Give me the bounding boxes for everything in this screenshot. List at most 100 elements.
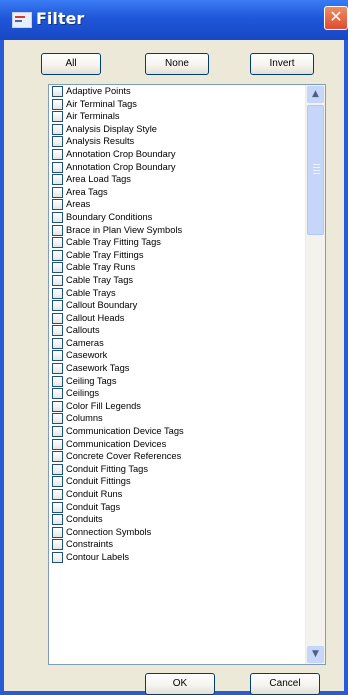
checkbox[interactable]: [52, 287, 63, 299]
checklist-item-label: Communication Devices: [66, 438, 167, 449]
checklist-item[interactable]: Cable Tray Fittings: [49, 249, 305, 262]
checkbox[interactable]: [52, 501, 63, 513]
checklist-item[interactable]: Conduits: [49, 513, 305, 526]
checklist-item[interactable]: Contour Labels: [49, 551, 305, 564]
checkbox[interactable]: [52, 325, 63, 337]
checkbox[interactable]: [52, 274, 63, 286]
checkbox[interactable]: [52, 86, 63, 97]
checklist-item[interactable]: Boundary Conditions: [49, 211, 305, 224]
checkbox[interactable]: [52, 375, 63, 387]
checkbox[interactable]: [52, 237, 63, 249]
category-checklist[interactable]: Adaptive Points Air Terminal Tags Air Term…: [48, 84, 326, 665]
title-bar[interactable]: Filter ✕: [0, 0, 348, 40]
close-icon[interactable]: ✕: [324, 6, 348, 30]
select-all-button[interactable]: All: [41, 53, 101, 75]
checklist-item[interactable]: Area Tags: [49, 186, 305, 199]
checklist-item[interactable]: Concrete Cover References: [49, 450, 305, 463]
checklist-item[interactable]: Annotation Crop Boundary: [49, 161, 305, 174]
checklist-item[interactable]: Conduit Runs: [49, 488, 305, 501]
checklist-item[interactable]: Constraints: [49, 538, 305, 551]
checklist-item[interactable]: Adaptive Points: [49, 85, 305, 98]
checklist-item[interactable]: Ceiling Tags: [49, 375, 305, 388]
checklist-item[interactable]: Brace in Plan View Symbols: [49, 224, 305, 237]
invert-selection-button[interactable]: Invert: [250, 53, 314, 75]
checklist-item-label: Communication Device Tags: [66, 426, 184, 437]
checklist-item-label: Color Fill Legends: [66, 400, 141, 411]
checkbox[interactable]: [52, 413, 63, 425]
checkbox[interactable]: [52, 249, 63, 261]
checklist-item[interactable]: Communication Devices: [49, 438, 305, 451]
checkbox[interactable]: [52, 337, 63, 349]
checkbox[interactable]: [52, 186, 63, 198]
checkbox[interactable]: [52, 438, 63, 450]
checklist-item[interactable]: Conduit Fittings: [49, 475, 305, 488]
checkbox[interactable]: [52, 300, 63, 312]
checkbox[interactable]: [52, 388, 63, 400]
checklist-item[interactable]: Conduit Tags: [49, 501, 305, 514]
checklist-item[interactable]: Annotation Crop Boundary: [49, 148, 305, 161]
checkbox[interactable]: [52, 476, 63, 488]
checkbox[interactable]: [52, 489, 63, 500]
checklist-item[interactable]: Cable Tray Runs: [49, 261, 305, 274]
scroll-thumb[interactable]: [307, 105, 324, 235]
checklist-item[interactable]: Color Fill Legends: [49, 400, 305, 413]
checklist-item-label: Columns: [66, 413, 103, 424]
checklist-item-label: Air Terminals: [66, 111, 120, 122]
checkbox[interactable]: [52, 350, 63, 362]
checklist-item-label: Cable Trays: [66, 287, 116, 298]
checkbox[interactable]: [52, 363, 63, 375]
checklist-item[interactable]: Callout Boundary: [49, 299, 305, 312]
checkbox[interactable]: [52, 98, 63, 110]
checklist-item[interactable]: Columns: [49, 412, 305, 425]
checklist-item[interactable]: Areas: [49, 198, 305, 211]
checkbox[interactable]: [52, 211, 63, 223]
checklist-item[interactable]: Conduit Fitting Tags: [49, 463, 305, 476]
scroll-up-icon[interactable]: ▲: [307, 86, 324, 103]
checklist-item[interactable]: Analysis Display Style: [49, 123, 305, 136]
checklist-item[interactable]: Casework: [49, 349, 305, 362]
checkbox[interactable]: [52, 123, 63, 135]
scroll-down-icon[interactable]: ▼: [307, 646, 324, 663]
checklist-item[interactable]: Analysis Results: [49, 135, 305, 148]
checkbox[interactable]: [52, 312, 63, 324]
checkbox[interactable]: [52, 136, 63, 148]
checkbox[interactable]: [52, 199, 63, 211]
checkbox[interactable]: [52, 111, 63, 123]
checkbox[interactable]: [52, 539, 63, 551]
checklist-item-label: Cable Tray Fitting Tags: [66, 237, 161, 248]
checklist-item[interactable]: Cable Tray Fitting Tags: [49, 236, 305, 249]
checkbox[interactable]: [52, 426, 63, 438]
checklist-item[interactable]: Area Load Tags: [49, 173, 305, 186]
checkbox[interactable]: [52, 224, 63, 236]
checklist-item[interactable]: Connection Symbols: [49, 526, 305, 539]
checklist-item-label: Conduit Runs: [66, 489, 123, 499]
checkbox[interactable]: [52, 161, 63, 173]
vertical-scrollbar[interactable]: ▲ ▼: [305, 85, 325, 664]
checklist-item[interactable]: Air Terminal Tags: [49, 98, 305, 111]
checklist-item-label: Callout Boundary: [66, 300, 138, 311]
checkbox[interactable]: [52, 400, 63, 412]
cancel-button[interactable]: Cancel: [250, 673, 320, 695]
checkbox[interactable]: [52, 148, 63, 160]
checkbox[interactable]: [52, 526, 63, 538]
checklist-item[interactable]: Cameras: [49, 337, 305, 350]
checklist-item[interactable]: Communication Device Tags: [49, 425, 305, 438]
checklist-item[interactable]: Cable Trays: [49, 287, 305, 300]
checkbox[interactable]: [52, 463, 63, 475]
checklist-item-label: Area Load Tags: [66, 174, 131, 185]
ok-button[interactable]: OK: [145, 673, 215, 695]
checklist-item[interactable]: Air Terminals: [49, 110, 305, 123]
dialog-title: Filter: [36, 9, 85, 28]
checklist-item[interactable]: Callout Heads: [49, 312, 305, 325]
checklist-item[interactable]: Callouts: [49, 324, 305, 337]
checklist-item[interactable]: Ceilings: [49, 387, 305, 400]
checklist-item[interactable]: Cable Tray Tags: [49, 274, 305, 287]
checklist-item[interactable]: Casework Tags: [49, 362, 305, 375]
checkbox[interactable]: [52, 514, 63, 526]
checkbox[interactable]: [52, 551, 63, 563]
checklist-item-label: Adaptive Points: [66, 86, 131, 96]
checkbox[interactable]: [52, 451, 63, 463]
checkbox[interactable]: [52, 174, 63, 186]
select-none-button[interactable]: None: [145, 53, 209, 75]
checkbox[interactable]: [52, 262, 63, 274]
